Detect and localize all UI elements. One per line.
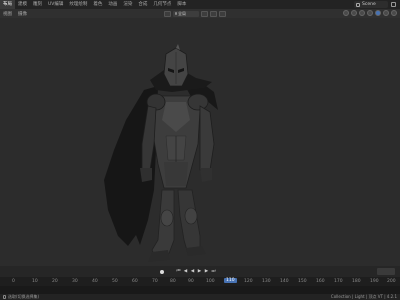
proportional-edit-icon[interactable] [219, 10, 226, 17]
frame-tick: 70 [152, 279, 158, 284]
pivot-icon[interactable] [201, 10, 208, 17]
frame-tick: 170 [334, 279, 343, 284]
frame-tick: 180 [352, 279, 361, 284]
prev-keyframe-icon[interactable]: ◀ [183, 269, 188, 274]
status-info: Collection | Light | 顶点 VT | 4.2.1 [330, 294, 397, 299]
frame-tick: 100 [206, 279, 215, 284]
frame-tick: 0 [12, 279, 15, 284]
tab-uv-editing[interactable]: UV编辑 [45, 0, 66, 9]
frame-tick: 50 [112, 279, 118, 284]
frame-tick: 90 [188, 279, 194, 284]
viewport-display-tools [343, 10, 397, 16]
rendered-shading-icon[interactable] [391, 10, 397, 16]
3d-viewport[interactable] [0, 18, 400, 266]
frame-tick: 80 [170, 279, 176, 284]
cursor-tool-icon[interactable] [164, 10, 171, 17]
solid-shading-icon[interactable] [375, 10, 381, 16]
status-hint-text: 选取(切换选择集) [8, 294, 40, 299]
record-icon[interactable] [160, 269, 164, 274]
tab-animation[interactable]: 动画 [105, 0, 120, 9]
frame-tick: 150 [298, 279, 307, 284]
frame-tick: 40 [92, 279, 98, 284]
scene-selector[interactable]: Scene [354, 1, 388, 8]
xray-icon[interactable] [367, 10, 373, 16]
mouse-icon [3, 295, 6, 299]
tab-modeling[interactable]: 建模 [15, 0, 30, 9]
snap-icon[interactable] [210, 10, 217, 17]
status-hint: 选取(切换选择集) [0, 294, 39, 300]
next-keyframe-icon[interactable]: ▶ [204, 269, 209, 274]
status-bar: 选取(切换选择集) Collection | Light | 顶点 VT | 4… [0, 294, 400, 300]
overlay-icon[interactable] [359, 10, 365, 16]
armored-knight-model[interactable] [96, 40, 236, 266]
workspace-tabs-bar: 布局 建模 雕刻 UV编辑 纹理绘制 着色 动画 渲染 合成 几何节点 脚本 [0, 0, 400, 9]
frame-tick: 120 [244, 279, 253, 284]
frame-ruler[interactable]: 0 10 20 30 40 50 60 70 80 90 100 110 120… [0, 277, 400, 286]
play-reverse-icon[interactable]: ◀ [190, 269, 195, 274]
tab-shading[interactable]: 着色 [90, 0, 105, 9]
tab-layout[interactable]: 布局 [0, 0, 15, 9]
tab-compositing[interactable]: 合成 [135, 0, 150, 9]
tab-sculpt[interactable]: 雕刻 [30, 0, 45, 9]
frame-tick: 140 [280, 279, 289, 284]
material-shading-icon[interactable] [383, 10, 389, 16]
menu-camera[interactable]: 摄像 [15, 11, 30, 17]
scene-icon [356, 2, 360, 7]
play-icon[interactable]: ▶ [197, 269, 202, 274]
tab-scripting[interactable]: 脚本 [174, 0, 189, 9]
jump-start-icon[interactable]: ⏮ [176, 269, 181, 274]
timeline-controls: ⏮ ◀ ◀ ▶ ▶ ⏭ [0, 266, 400, 277]
transform-tools: 全局 [164, 10, 226, 17]
frame-tick: 30 [72, 279, 78, 284]
gizmo-icon[interactable] [351, 10, 357, 16]
transform-orientation-select[interactable]: 全局 [173, 10, 199, 17]
visibility-icon[interactable] [343, 10, 349, 16]
current-frame-marker[interactable]: 110 [224, 278, 237, 283]
menu-view[interactable]: 视图 [0, 11, 15, 17]
frame-tick: 160 [316, 279, 325, 284]
scene-label: Scene [362, 2, 376, 7]
frame-tick: 10 [32, 279, 38, 284]
frame-tick: 130 [262, 279, 271, 284]
frame-tick: 60 [132, 279, 138, 284]
current-frame-field[interactable] [377, 268, 395, 275]
frame-tick: 190 [370, 279, 379, 284]
view-layer-icon[interactable] [391, 2, 396, 7]
jump-end-icon[interactable]: ⏭ [211, 269, 216, 274]
tab-geometry-nodes[interactable]: 几何节点 [150, 0, 174, 9]
keyframe-track[interactable] [0, 286, 400, 294]
tab-texture-paint[interactable]: 纹理绘制 [66, 0, 90, 9]
frame-tick: 200 [387, 279, 396, 284]
tab-rendering[interactable]: 渲染 [120, 0, 135, 9]
playback-controls: ⏮ ◀ ◀ ▶ ▶ ⏭ [160, 269, 216, 274]
frame-tick: 20 [52, 279, 58, 284]
